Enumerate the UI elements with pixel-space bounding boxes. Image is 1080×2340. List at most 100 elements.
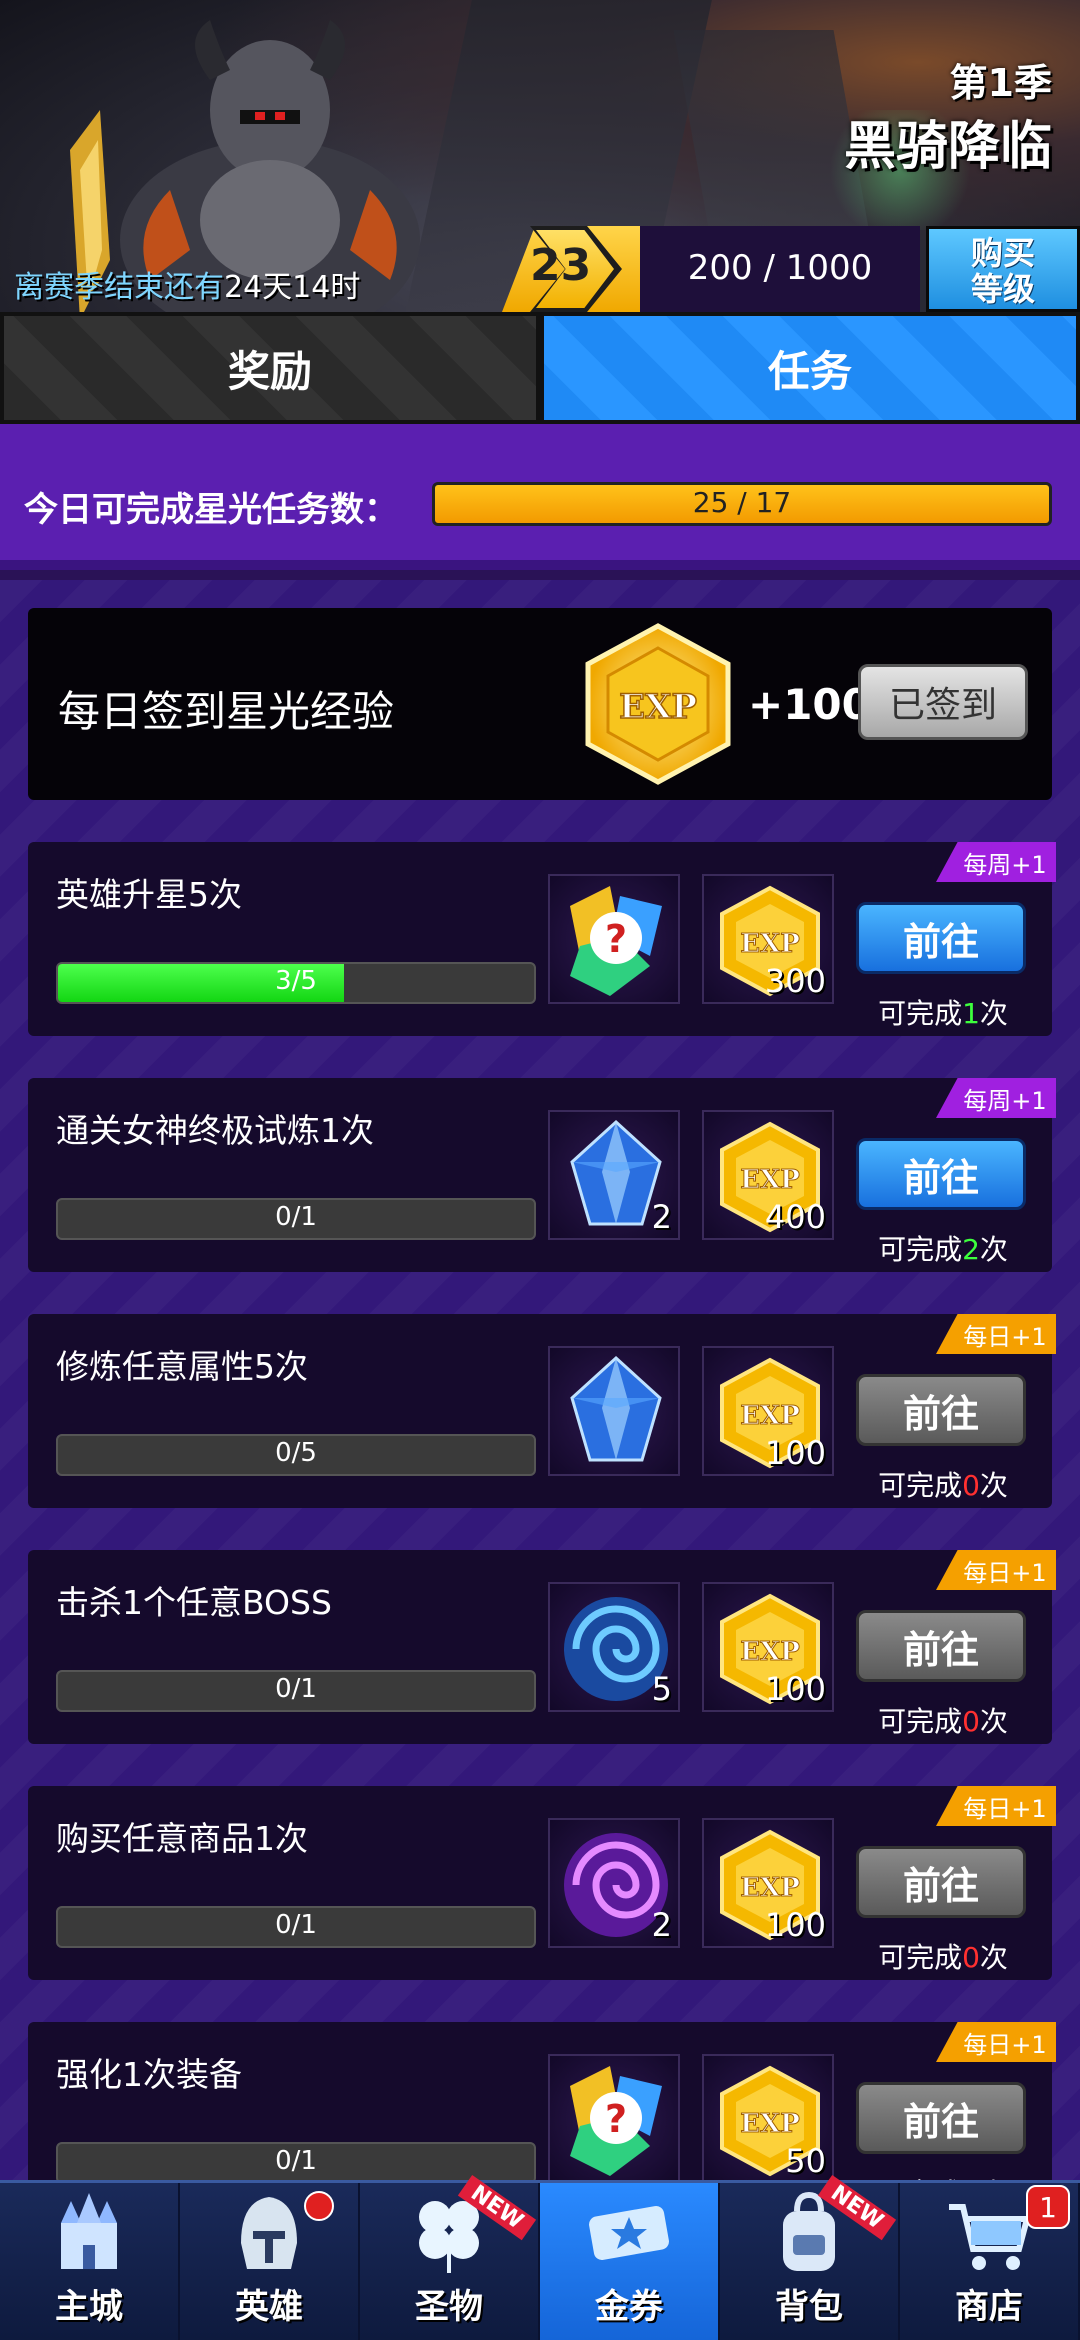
- star-task-label: 今日可完成星光任务数：: [24, 490, 398, 530]
- task-progress-text: 3/5: [275, 966, 317, 996]
- go-button[interactable]: 前往: [856, 1846, 1026, 1918]
- task-frequency-tag: 每周+1: [936, 842, 1056, 882]
- castle-icon: [41, 2183, 137, 2279]
- go-button[interactable]: 前往: [856, 1610, 1026, 1682]
- buy-level-label-1: 购买: [970, 234, 1035, 272]
- remaining-prefix: 可完成: [878, 997, 963, 1030]
- svg-text:?: ?: [605, 2097, 627, 2141]
- task-card: 击杀1个任意BOSS 0/1 5 EXP 100 前往 可完成0次 每日+1: [28, 1550, 1056, 1744]
- task-card: 通关女神终极试炼1次 0/1 2 EXP 400 前往 可完成2次 每周+1: [28, 1078, 1056, 1272]
- cart-icon: [941, 2183, 1037, 2279]
- exp-reward: EXP 100: [702, 1346, 834, 1476]
- remaining-prefix: 可完成: [878, 1705, 963, 1738]
- helmet-icon: [221, 2183, 317, 2279]
- exp-reward-amount: 300: [764, 962, 826, 1000]
- nav-label: 金券: [595, 2287, 663, 2327]
- task-title: 英雄升星5次: [56, 875, 242, 914]
- task-frequency-tag: 每日+1: [936, 1786, 1056, 1826]
- exp-icon: EXP: [585, 623, 731, 785]
- svg-text:?: ?: [605, 917, 627, 961]
- exp-reward-amount: 400: [764, 1198, 826, 1236]
- item-reward-count: 2: [651, 1198, 672, 1236]
- season-number: 第1季: [949, 61, 1052, 105]
- svg-text:EXP: EXP: [740, 1165, 800, 1195]
- exp-reward: EXP 100: [702, 1818, 834, 1948]
- task-card: 修炼任意属性5次 0/5 EXP 100 前往 可完成0次 每日+1: [28, 1314, 1056, 1508]
- exp-reward: EXP 50: [702, 2054, 834, 2184]
- item-reward-count: 5: [651, 1670, 672, 1708]
- season-banner: 第1季 黑骑降临 离赛季结束还有24天14时 23 200 / 1000 购买 …: [0, 0, 1080, 312]
- go-button[interactable]: 前往: [856, 1374, 1026, 1446]
- exp-reward: EXP 100: [702, 1582, 834, 1712]
- blue-crystal-icon: [550, 1355, 682, 1482]
- remaining-suffix: 次: [979, 1941, 1008, 1974]
- nav-label: 背包: [775, 2287, 843, 2327]
- task-title: 击杀1个任意BOSS: [56, 1583, 332, 1622]
- task-remaining: 可完成1次: [838, 992, 1048, 1032]
- go-button[interactable]: 前往: [856, 902, 1026, 974]
- item-reward: ?: [548, 874, 680, 1004]
- item-reward-count: 2: [651, 1906, 672, 1944]
- nav-item[interactable]: 英雄: [180, 2183, 360, 2340]
- remaining-count: 2: [962, 1233, 980, 1266]
- buy-level-label-2: 等级: [970, 270, 1035, 308]
- remaining-prefix: 可完成: [878, 1469, 963, 1502]
- nav-item[interactable]: 主城: [0, 2183, 180, 2340]
- exp-reward: EXP 300: [702, 874, 834, 1004]
- item-reward: 2: [548, 1110, 680, 1240]
- item-reward: ?: [548, 2054, 680, 2184]
- task-remaining: 可完成0次: [838, 1700, 1048, 1740]
- nav-item[interactable]: 圣物 NEW: [360, 2174, 540, 2340]
- season-title: 黑骑降临: [843, 117, 1052, 177]
- task-card: 英雄升星5次 3/5 ? EXP 300 前往 可完成1次 每周+1: [28, 842, 1056, 1036]
- task-frequency-tag: 每周+1: [936, 1078, 1056, 1118]
- task-title: 购买任意商品1次: [56, 1819, 308, 1858]
- tab-reward[interactable]: 奖励: [0, 312, 540, 424]
- buy-level-button[interactable]: 购买 等级: [926, 226, 1080, 312]
- exp-reward-amount: 100: [764, 1906, 826, 1944]
- bottom-navigation: 主城 英雄 圣物 NEW 金券 背包 NEW 商店 1: [0, 2174, 1080, 2340]
- task-title: 通关女神终极试炼1次: [56, 1111, 374, 1150]
- go-button[interactable]: 前往: [856, 1138, 1026, 1210]
- exp-reward-amount: 50: [785, 2142, 826, 2180]
- star-task-progress: 今日可完成星光任务数： 25 / 17: [0, 424, 1080, 570]
- nav-label: 主城: [55, 2287, 123, 2327]
- task-remaining: 可完成0次: [838, 1464, 1048, 1504]
- signed-in-button[interactable]: 已签到: [858, 664, 1028, 740]
- star-task-count: 25 / 17: [692, 486, 792, 519]
- season-exp-text: 200 / 1000: [687, 248, 873, 288]
- countdown-label: 离赛季结束还有: [14, 270, 224, 305]
- task-frequency-tag: 每日+1: [936, 1314, 1056, 1354]
- remaining-count: 1: [962, 997, 980, 1030]
- notification-dot: [304, 2191, 334, 2221]
- tab-bar: 奖励 任务: [0, 312, 1080, 424]
- random-gem-icon: ?: [550, 886, 682, 1010]
- task-remaining: 可完成0次: [838, 1936, 1048, 1976]
- task-frequency-tag: 每日+1: [936, 2022, 1056, 2062]
- daily-checkin-title: 每日签到星光经验: [58, 687, 395, 736]
- item-reward: [548, 1346, 680, 1476]
- nav-item[interactable]: 背包 NEW: [720, 2174, 900, 2340]
- task-remaining: 可完成2次: [838, 1228, 1048, 1268]
- task-frequency-tag: 每日+1: [936, 1550, 1056, 1590]
- tab-task[interactable]: 任务: [540, 312, 1080, 424]
- exp-reward-amount: 100: [764, 1670, 826, 1708]
- nav-label: 英雄: [235, 2287, 303, 2327]
- season-level: 23: [530, 240, 592, 291]
- notification-badge: 1: [1026, 2185, 1070, 2229]
- svg-text:EXP: EXP: [740, 2109, 800, 2139]
- task-progress-text: 0/1: [275, 1910, 317, 1940]
- task-progress-text: 0/5: [275, 1438, 317, 1468]
- exp-reward-amount: 100: [764, 1434, 826, 1472]
- task-progress-text: 0/1: [275, 1674, 317, 1704]
- go-button[interactable]: 前往: [856, 2082, 1026, 2154]
- task-title: 强化1次装备: [56, 2055, 242, 2094]
- remaining-count: 0: [962, 1941, 980, 1974]
- remaining-suffix: 次: [979, 1233, 1008, 1266]
- svg-text:EXP: EXP: [619, 687, 697, 727]
- remaining-suffix: 次: [979, 1469, 1008, 1502]
- nav-item[interactable]: 商店 1: [900, 2183, 1080, 2340]
- nav-item[interactable]: 金券: [540, 2183, 720, 2340]
- item-reward: 2: [548, 1818, 680, 1948]
- season-countdown: 离赛季结束还有24天14时: [14, 262, 360, 306]
